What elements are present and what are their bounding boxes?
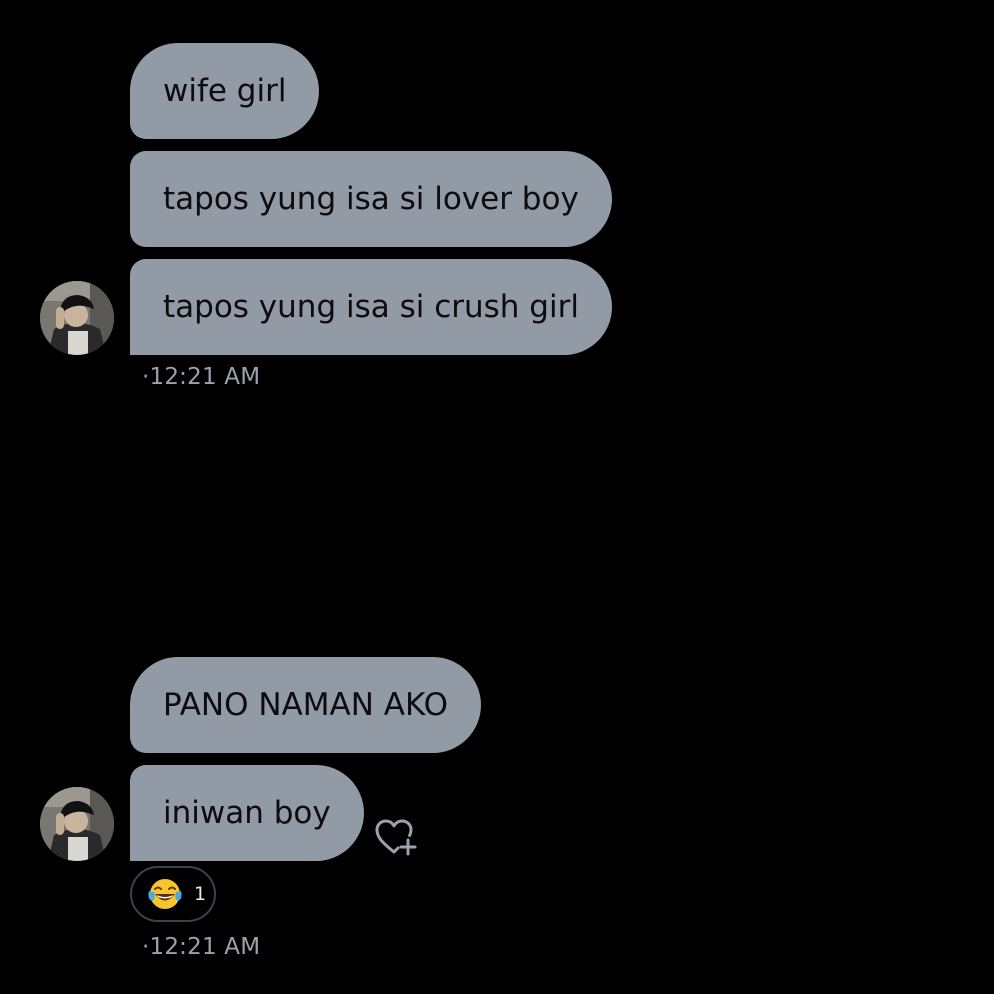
face-with-tears-of-joy-icon [148,879,182,909]
message-timestamp: ·12:21 AM [142,364,261,390]
avatar-photo-icon [40,787,114,861]
reaction-pill[interactable]: 1 [130,866,216,922]
sender-avatar[interactable] [40,281,114,355]
message-text: tapos yung isa si crush girl [163,289,579,325]
message-text: PANO NAMAN AKO [163,687,448,723]
message-bubble[interactable]: wife girl [130,43,320,139]
reaction-count: 1 [194,883,207,905]
message-timestamp: ·12:21 AM [142,934,261,960]
message-bubble[interactable]: iniwan boy [130,765,364,861]
message-text: wife girl [163,73,287,109]
sender-avatar[interactable] [40,787,114,861]
message-bubble[interactable]: tapos yung isa si crush girl [130,259,612,355]
message-text: tapos yung isa si lover boy [163,181,579,217]
avatar-photo-icon [40,281,114,355]
add-reaction-heart-icon[interactable] [374,818,420,858]
message-bubble[interactable]: PANO NAMAN AKO [130,657,481,753]
message-text: iniwan boy [163,795,331,831]
message-bubble[interactable]: tapos yung isa si lover boy [130,151,612,247]
